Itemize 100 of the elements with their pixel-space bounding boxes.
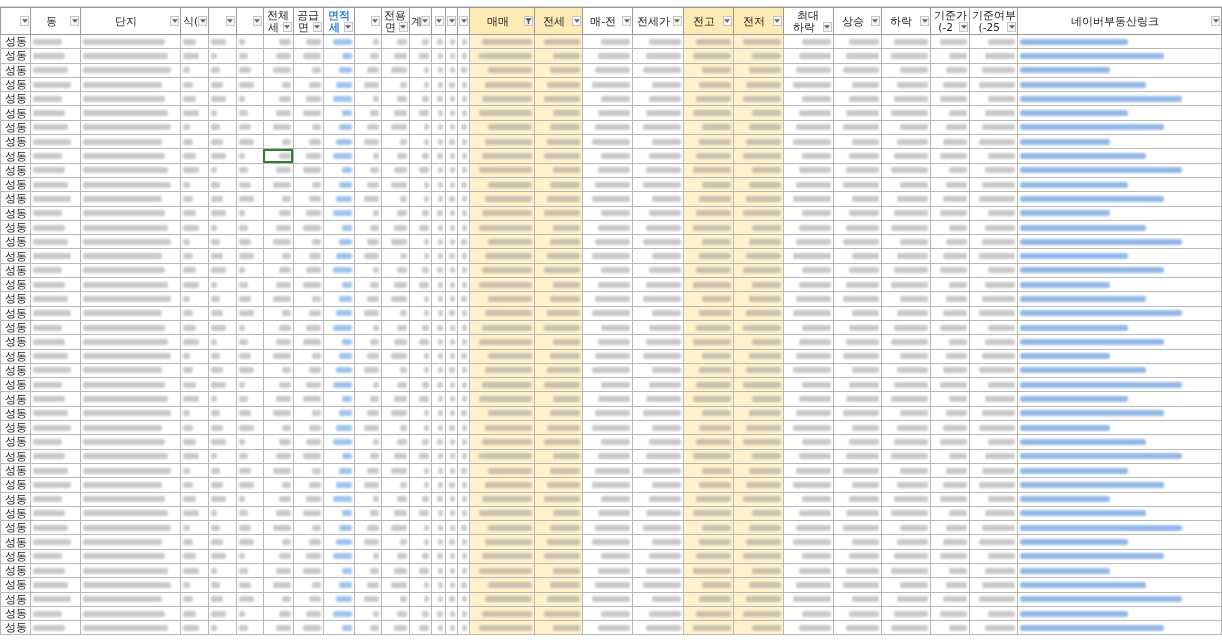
dropdown-arrow-icon bbox=[921, 19, 928, 23]
dropdown-arrow-icon bbox=[345, 25, 352, 29]
filter-button[interactable] bbox=[572, 16, 582, 26]
column-header: 전체 bbox=[267, 9, 290, 21]
column-header: 하락 bbox=[889, 15, 914, 27]
filter-button[interactable] bbox=[959, 22, 969, 32]
table-cell-text: 성동 bbox=[3, 535, 28, 549]
table-cell-text: 성동 bbox=[3, 407, 28, 420]
column-header: 계 bbox=[410, 15, 421, 27]
column-header: 면적 bbox=[327, 9, 350, 21]
column-header: 상승 bbox=[840, 15, 865, 27]
filter-button[interactable] bbox=[420, 16, 430, 26]
table-cell-text: 성동 bbox=[3, 78, 28, 91]
filter-button[interactable] bbox=[822, 22, 832, 32]
column-header: 기준여부 bbox=[971, 9, 1016, 21]
column-header: 최대 bbox=[797, 9, 820, 21]
table-cell-text: 성동 bbox=[3, 464, 28, 477]
dropdown-arrow-icon bbox=[824, 25, 831, 29]
filter-button[interactable] bbox=[772, 16, 782, 26]
table-cell-text: 성동 bbox=[3, 593, 28, 606]
filter-button[interactable] bbox=[672, 16, 682, 26]
dropdown-arrow-icon bbox=[960, 25, 967, 29]
table-cell-text: 성동 bbox=[3, 578, 28, 592]
filter-button[interactable] bbox=[282, 22, 292, 32]
table-cell-text: 성동 bbox=[3, 49, 28, 63]
table-cell-text: 성동 bbox=[3, 364, 28, 377]
column-header: 전세가 bbox=[635, 15, 671, 27]
filter-button[interactable] bbox=[170, 16, 180, 26]
column-header: 전고 bbox=[691, 15, 716, 27]
filter-button[interactable] bbox=[252, 16, 262, 26]
dropdown-arrow-icon bbox=[227, 19, 234, 23]
filter-funnel-icon bbox=[525, 17, 533, 25]
table-cell-text: 성동 bbox=[3, 621, 28, 634]
table-cell-text: 성동 bbox=[3, 378, 28, 391]
column-header: 면 bbox=[297, 21, 311, 33]
column-header: (-25 bbox=[977, 21, 1001, 33]
filter-button[interactable] bbox=[370, 16, 380, 26]
column-header: 단지 bbox=[114, 15, 139, 27]
column-header: 면 bbox=[384, 21, 398, 33]
table-cell-text: 성동 bbox=[3, 493, 28, 506]
filter-button[interactable] bbox=[1007, 22, 1017, 32]
table-cell-text: 성동 bbox=[3, 178, 28, 191]
dropdown-arrow-icon bbox=[199, 19, 206, 23]
column-header: 세 bbox=[327, 21, 341, 33]
filter-button[interactable] bbox=[459, 16, 468, 26]
filter-button[interactable] bbox=[622, 16, 632, 26]
column-header: 동 bbox=[44, 15, 58, 27]
dropdown-arrow-icon bbox=[724, 19, 731, 23]
table-cell-text: 성동 bbox=[3, 421, 28, 434]
column-header: 하락 bbox=[791, 21, 816, 33]
table-cell-text: 성동 bbox=[3, 35, 28, 48]
filter-button[interactable] bbox=[198, 16, 208, 26]
dropdown-arrow-icon bbox=[171, 19, 178, 23]
table-cell-text: 성동 bbox=[3, 235, 28, 248]
dropdown-arrow-icon bbox=[71, 19, 78, 23]
table-cell-text: 성동 bbox=[3, 192, 28, 206]
filter-button[interactable] bbox=[20, 16, 30, 26]
table-cell-text: 성동 bbox=[3, 335, 28, 348]
dropdown-arrow-icon bbox=[872, 19, 879, 23]
dropdown-arrow-icon bbox=[284, 25, 291, 29]
filter-button[interactable] bbox=[722, 16, 732, 26]
dropdown-arrow-icon bbox=[1008, 25, 1015, 29]
filter-button[interactable] bbox=[398, 22, 408, 32]
table-cell-text: 성동 bbox=[3, 435, 28, 449]
filter-button[interactable] bbox=[225, 16, 235, 26]
column-header: (-2 bbox=[937, 21, 954, 33]
column-header: 네이버부동산링크 bbox=[1070, 15, 1161, 27]
column-header: 전저 bbox=[741, 15, 766, 27]
table-cell-text: 성동 bbox=[3, 307, 28, 320]
table-cell-text: 성동 bbox=[3, 478, 28, 491]
column-header: 기준가 bbox=[933, 9, 967, 21]
column-header: 식( bbox=[182, 15, 199, 27]
dropdown-arrow-icon bbox=[21, 19, 28, 23]
dropdown-arrow-icon bbox=[1212, 19, 1219, 23]
table-cell-text: 성동 bbox=[3, 450, 28, 463]
filter-button[interactable] bbox=[70, 16, 80, 26]
column-header: 전용 bbox=[384, 9, 407, 21]
filter-button[interactable] bbox=[343, 22, 353, 32]
table-cell-text: 성동 bbox=[3, 135, 28, 148]
filter-button[interactable] bbox=[1211, 16, 1220, 26]
table-cell-text: 성동 bbox=[3, 149, 28, 163]
table-cell-text: 성동 bbox=[3, 350, 28, 363]
table-cell-text: 성동 bbox=[3, 107, 28, 120]
filter-button[interactable] bbox=[312, 22, 322, 32]
table-cell-text: 성동 bbox=[3, 278, 28, 291]
filter-button[interactable] bbox=[920, 16, 930, 26]
dropdown-arrow-icon bbox=[254, 19, 261, 23]
dropdown-arrow-icon bbox=[623, 19, 630, 23]
column-header: 매매 bbox=[485, 15, 510, 27]
dropdown-arrow-icon bbox=[774, 19, 781, 23]
table-cell-text: 성동 bbox=[3, 607, 28, 620]
table-cell-text: 성동 bbox=[3, 507, 28, 520]
table-cell-text: 성동 bbox=[3, 92, 28, 105]
dropdown-arrow-icon bbox=[314, 25, 321, 29]
table-cell-text: 성동 bbox=[3, 550, 28, 563]
filter-button[interactable] bbox=[447, 16, 456, 26]
column-header: 매-전 bbox=[589, 15, 618, 27]
filter-button[interactable] bbox=[870, 16, 880, 26]
filter-button[interactable] bbox=[524, 16, 534, 26]
filter-button[interactable] bbox=[435, 16, 444, 26]
